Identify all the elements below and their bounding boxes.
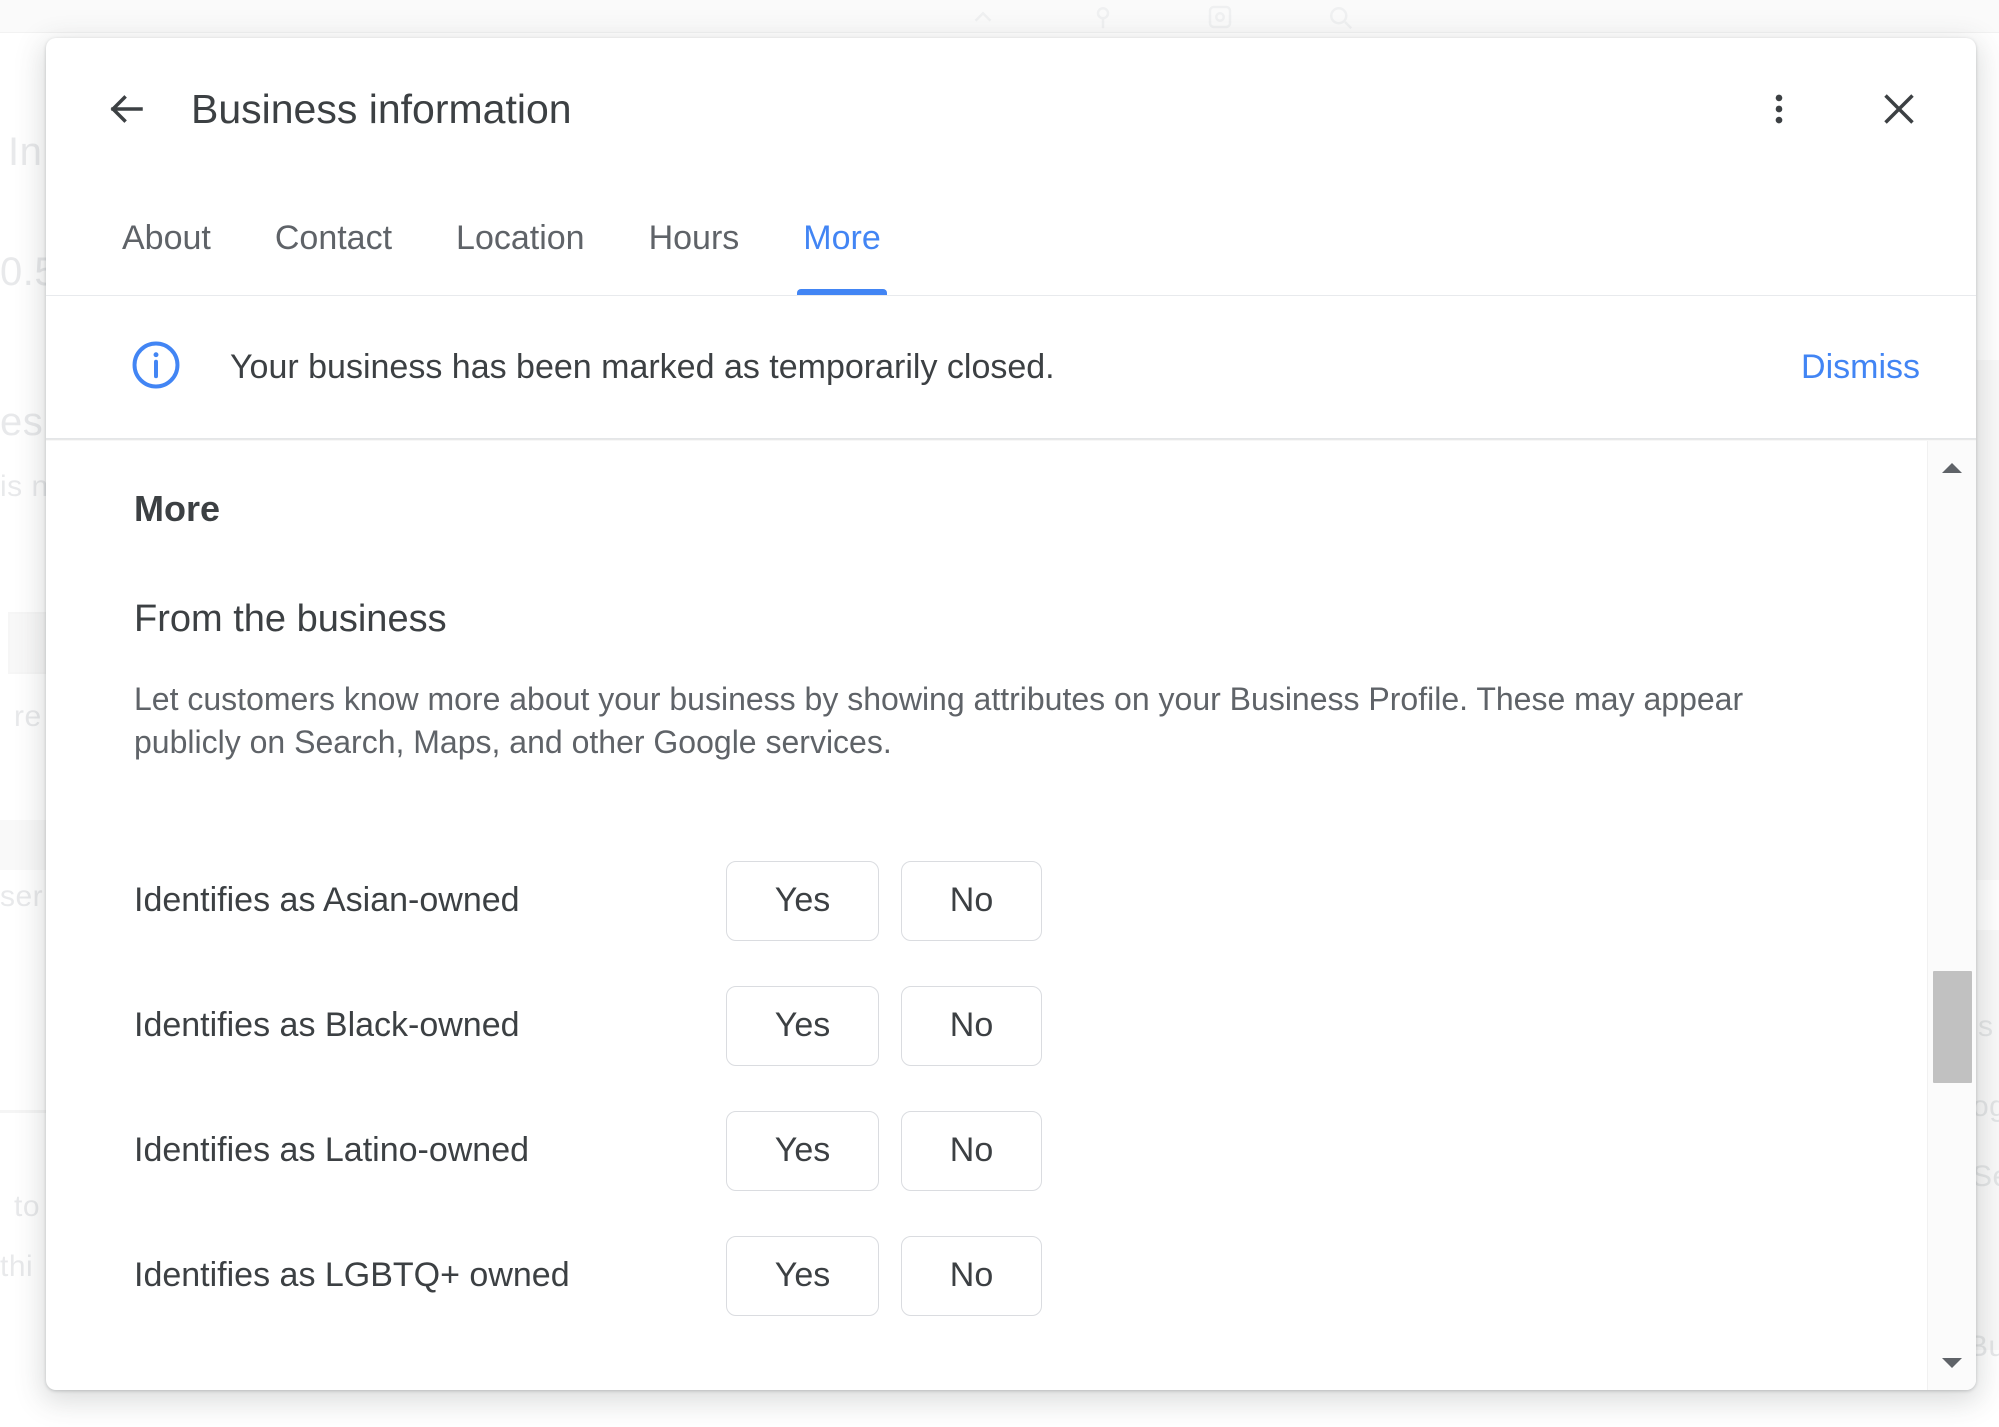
section-heading-more: More (134, 491, 1976, 527)
status-banner: Your business has been marked as tempora… (46, 296, 1976, 438)
close-button[interactable] (1866, 76, 1932, 142)
close-icon (1878, 88, 1920, 130)
tab-bar-divider (46, 295, 1976, 296)
attribute-row: Identifies as Black-owned Yes No (88, 963, 1976, 1088)
attribute-no-button[interactable]: No (901, 1236, 1042, 1316)
attribute-no-button[interactable]: No (901, 986, 1042, 1066)
tab-location[interactable]: Location (424, 180, 617, 296)
search-icon (1325, 2, 1355, 32)
attribute-list: Identifies as Asian-owned Yes No Identif… (88, 838, 1976, 1338)
attribute-yes-button[interactable]: Yes (726, 1236, 879, 1316)
scroll-down-arrow-icon[interactable] (1928, 1342, 1976, 1384)
tab-hours[interactable]: Hours (617, 180, 772, 296)
backdrop-text: ser (0, 880, 43, 914)
scrollbar-thumb[interactable] (1933, 971, 1972, 1083)
header-actions (1746, 76, 1932, 142)
backdrop-text: s (1978, 1010, 1994, 1044)
attribute-label: Identifies as Black-owned (134, 1006, 726, 1045)
dismiss-button[interactable]: Dismiss (1797, 340, 1924, 395)
attribute-choice-group: Yes No (726, 986, 1042, 1066)
backdrop-text: is n (0, 470, 49, 504)
page-title: Business information (191, 89, 572, 130)
tab-about[interactable]: About (90, 180, 243, 296)
back-arrow-icon (106, 88, 148, 130)
backdrop-text: to (14, 1190, 40, 1224)
attribute-row: Identifies as Asian-owned Yes No (88, 838, 1976, 963)
attribute-no-button[interactable]: No (901, 1111, 1042, 1191)
attribute-label: Identifies as LGBTQ+ owned (134, 1256, 726, 1295)
scroll-content: More From the business Let customers kno… (46, 441, 1976, 1390)
tab-more[interactable]: More (771, 180, 912, 296)
overflow-menu-button[interactable] (1746, 76, 1812, 142)
backdrop-topbar (0, 0, 1999, 33)
backdrop-text: In (8, 130, 42, 175)
tab-bar: About Contact Location Hours More (46, 180, 1976, 296)
vertical-scrollbar[interactable] (1927, 441, 1976, 1390)
attribute-choice-group: Yes No (726, 1111, 1042, 1191)
info-circle-icon (128, 337, 184, 398)
backdrop-text: es (0, 400, 43, 445)
attribute-row: Identifies as Latino-owned Yes No (88, 1088, 1976, 1213)
attribute-label: Identifies as Asian-owned (134, 881, 726, 920)
attribute-no-button[interactable]: No (901, 861, 1042, 941)
photo-icon (1205, 2, 1235, 32)
back-button[interactable] (94, 76, 160, 142)
dialog-header: Business information (46, 38, 1976, 180)
subsection-heading-from-the-business: From the business (134, 600, 1976, 638)
backdrop-text: re (14, 700, 42, 734)
dialog-body: More From the business Let customers kno… (46, 441, 1976, 1390)
attribute-yes-button[interactable]: Yes (726, 861, 879, 941)
scroll-up-arrow-icon[interactable] (1928, 447, 1976, 489)
banner-message: Your business has been marked as tempora… (230, 348, 1055, 387)
backdrop-block (1976, 930, 1999, 1350)
attribute-choice-group: Yes No (726, 1236, 1042, 1316)
backdrop-text: og (1972, 1090, 1999, 1124)
business-information-dialog: Business information About Contac (46, 38, 1976, 1390)
attribute-yes-button[interactable]: Yes (726, 986, 879, 1066)
section-description: Let customers know more about your busin… (134, 678, 1834, 764)
chevron-up-icon (968, 2, 998, 32)
attribute-choice-group: Yes No (726, 861, 1042, 941)
more-vert-icon (1760, 90, 1798, 128)
attribute-row: Identifies as LGBTQ+ owned Yes No (88, 1213, 1976, 1338)
backdrop-text: thi (0, 1250, 33, 1284)
backdrop-text: Se (1972, 1160, 1999, 1194)
backdrop-block (1976, 360, 1999, 880)
pin-icon (1088, 2, 1118, 32)
attribute-label: Identifies as Latino-owned (134, 1131, 726, 1170)
attribute-yes-button[interactable]: Yes (726, 1111, 879, 1191)
tab-contact[interactable]: Contact (243, 180, 424, 296)
